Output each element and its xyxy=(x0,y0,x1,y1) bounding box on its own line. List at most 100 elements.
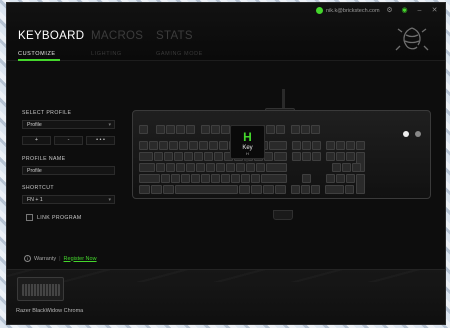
profile-name-field[interactable]: Profile xyxy=(22,166,115,175)
key[interactable] xyxy=(301,125,310,134)
key[interactable] xyxy=(175,185,238,194)
key[interactable] xyxy=(241,174,250,183)
key[interactable] xyxy=(139,152,153,161)
key[interactable] xyxy=(325,185,344,194)
media-button-icon[interactable] xyxy=(415,131,421,137)
key[interactable] xyxy=(156,163,165,172)
link-program-checkbox[interactable] xyxy=(26,214,33,221)
key[interactable] xyxy=(236,163,245,172)
key[interactable] xyxy=(139,125,148,134)
key[interactable] xyxy=(169,141,178,150)
key[interactable] xyxy=(291,125,300,134)
key[interactable] xyxy=(201,174,210,183)
key[interactable] xyxy=(264,152,273,161)
account-email[interactable]: nik.k@brickstech.com xyxy=(326,8,380,14)
key[interactable] xyxy=(219,141,228,150)
key[interactable] xyxy=(266,125,275,134)
key[interactable] xyxy=(174,152,183,161)
key[interactable] xyxy=(149,141,158,150)
key[interactable] xyxy=(326,152,335,161)
key[interactable] xyxy=(231,174,240,183)
key[interactable] xyxy=(154,152,163,161)
key[interactable] xyxy=(274,152,287,161)
key[interactable] xyxy=(345,185,354,194)
register-now-link[interactable]: Register Now xyxy=(64,256,97,262)
key[interactable] xyxy=(356,141,365,150)
subtab-lighting[interactable]: LIGHTING xyxy=(91,51,122,57)
key[interactable] xyxy=(179,141,188,150)
key[interactable] xyxy=(214,152,223,161)
key[interactable] xyxy=(312,152,321,161)
key[interactable] xyxy=(161,174,170,183)
key[interactable] xyxy=(201,125,210,134)
key[interactable] xyxy=(139,185,150,194)
subtab-customize[interactable]: CUSTOMIZE xyxy=(18,51,56,57)
key[interactable] xyxy=(261,174,287,183)
key[interactable] xyxy=(184,152,193,161)
key[interactable] xyxy=(251,174,260,183)
key[interactable] xyxy=(196,163,205,172)
key[interactable] xyxy=(256,163,265,172)
key[interactable] xyxy=(326,141,335,150)
key[interactable] xyxy=(266,163,287,172)
key[interactable] xyxy=(226,163,235,172)
minimize-icon[interactable]: – xyxy=(415,7,424,14)
key[interactable] xyxy=(181,174,190,183)
key[interactable] xyxy=(159,141,168,150)
key[interactable] xyxy=(346,174,355,183)
key[interactable] xyxy=(269,141,287,150)
gear-icon[interactable]: ⚙ xyxy=(385,6,394,14)
close-icon[interactable]: ✕ xyxy=(430,6,439,14)
key[interactable] xyxy=(302,152,311,161)
key[interactable] xyxy=(302,141,311,150)
key[interactable] xyxy=(246,163,255,172)
key[interactable] xyxy=(301,185,310,194)
key[interactable] xyxy=(239,185,250,194)
key[interactable] xyxy=(211,125,220,134)
key[interactable] xyxy=(206,163,215,172)
key[interactable] xyxy=(291,185,300,194)
key[interactable] xyxy=(263,185,274,194)
profile-select[interactable]: Profile ▾ xyxy=(22,120,115,129)
shortcut-select[interactable]: FN + 1 ▾ xyxy=(22,195,115,204)
key[interactable] xyxy=(356,174,365,194)
key[interactable] xyxy=(186,125,195,134)
key[interactable] xyxy=(194,152,203,161)
key[interactable] xyxy=(211,174,220,183)
key[interactable] xyxy=(204,152,213,161)
key[interactable] xyxy=(209,141,218,150)
key[interactable] xyxy=(336,141,345,150)
key[interactable] xyxy=(156,125,165,134)
key[interactable] xyxy=(166,125,175,134)
add-profile-button[interactable]: + xyxy=(22,136,51,145)
media-button-icon[interactable] xyxy=(403,131,409,137)
key[interactable] xyxy=(139,163,155,172)
key[interactable] xyxy=(312,141,321,150)
tab-macros[interactable]: MACROS xyxy=(91,30,143,42)
key[interactable] xyxy=(346,141,355,150)
key[interactable] xyxy=(199,141,208,150)
key[interactable] xyxy=(275,185,286,194)
key[interactable] xyxy=(221,125,230,134)
key[interactable] xyxy=(352,163,361,172)
device-thumbnail[interactable] xyxy=(17,277,64,301)
key[interactable] xyxy=(151,185,162,194)
key[interactable] xyxy=(311,125,320,134)
key[interactable] xyxy=(276,125,285,134)
key[interactable] xyxy=(342,163,351,172)
key[interactable] xyxy=(164,152,173,161)
subtab-gaming-mode[interactable]: GAMING MODE xyxy=(156,51,203,57)
key[interactable] xyxy=(336,174,345,183)
key[interactable] xyxy=(326,174,335,183)
key[interactable] xyxy=(191,174,200,183)
key[interactable] xyxy=(336,152,345,161)
key[interactable] xyxy=(171,174,180,183)
key[interactable] xyxy=(311,185,320,194)
key[interactable] xyxy=(332,163,341,172)
chat-icon[interactable]: ◉ xyxy=(400,6,409,14)
delete-profile-button[interactable]: - xyxy=(54,136,83,145)
key[interactable] xyxy=(251,185,262,194)
tab-stats[interactable]: STATS xyxy=(156,30,193,42)
more-options-button[interactable]: • • • xyxy=(86,136,115,145)
key[interactable] xyxy=(139,141,148,150)
